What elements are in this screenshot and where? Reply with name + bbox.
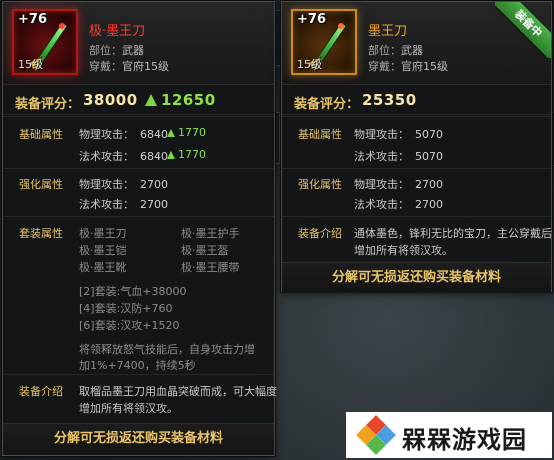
set-bonus: [4]套装:汉防+760 [79, 302, 173, 315]
score-row: 装备评分： 25350 [282, 88, 551, 115]
equipped-ribbon: 装备中 [495, 2, 551, 58]
phys-attack-label: 物理攻击： [79, 128, 134, 141]
item-name: 极·墨王刀 [89, 24, 146, 39]
item-tooltip-equipped: +76 15级 墨王刀 部位：武器 穿戴：官府15级 装备中 装备评分： 253… [281, 1, 552, 293]
enhance-phys-label: 物理攻击： [79, 178, 134, 191]
slot-key: 部位： [89, 44, 122, 57]
basic-attributes-label: 基础属性 [19, 128, 63, 141]
slot-key: 部位： [368, 44, 401, 57]
item-icon: +76 15级 [291, 9, 357, 75]
enhance-magic-value: 2700 [415, 198, 443, 211]
magic-attack-label: 法术攻击： [79, 150, 134, 163]
watermark: 槑槑游戏园 [346, 412, 552, 458]
set-piece: 极·墨王腰带 [181, 261, 240, 274]
magic-attack-line: 法术攻击： 5070 [354, 148, 443, 164]
equipped-badge: 装备中 [495, 2, 551, 58]
magic-bonus-value: 1770 [178, 148, 206, 161]
magic-attack-line: 法术攻击： 6840 [79, 148, 168, 164]
enhance-attributes: 强化属性 物理攻击： 2700 法术攻击： 2700 [3, 168, 274, 217]
set-piece: 极·墨王铠 [79, 244, 127, 257]
enhance-phys-value: 2700 [140, 178, 168, 191]
enhance-magic-value: 2700 [140, 198, 168, 211]
tooltip-header: +76 15级 墨王刀 部位：武器 穿戴：官府15级 装备中 [282, 2, 551, 85]
score-value: 25350 [362, 91, 417, 109]
score-label: 装备评分： [294, 97, 360, 112]
basic-attributes: 基础属性 物理攻击： 5070 法术攻击： 5070 [282, 116, 551, 169]
set-bonus: [6]套装:汉攻+1520 [79, 319, 180, 332]
set-piece: 极·墨王盔 [181, 244, 229, 257]
intro-text: 取榴品墨王刀用血晶突破而成，可大幅度 [79, 385, 277, 398]
set-piece: 极·墨王靴 [79, 261, 127, 274]
phys-attack-line: 物理攻击： 5070 [354, 126, 443, 142]
phys-attack-line: 物理攻击： 6840 [79, 126, 168, 142]
phys-attack-bonus: 1770 [167, 126, 206, 139]
basic-attributes-label: 基础属性 [298, 128, 342, 141]
wear-value: 官府15级 [122, 60, 169, 73]
set-effect: 将领释放怒气技能后，自身攻击力增 [79, 343, 255, 356]
slot-value: 武器 [401, 44, 423, 57]
magic-attack-bonus: 1770 [167, 148, 206, 161]
item-introduction-label: 装备介绍 [298, 227, 342, 240]
increase-arrow-icon [145, 94, 157, 106]
intro-text: 通体墨色，锋利无比的宝刀，主公穿戴后 [354, 227, 552, 240]
phys-attack-value: 6840 [140, 128, 168, 141]
score-row: 装备评分： 38000 12650 [3, 88, 274, 115]
item-level-badge: 15级 [297, 58, 322, 71]
increase-arrow-icon [167, 151, 175, 159]
enhance-attributes: 强化属性 物理攻击： 2700 法术攻击： 2700 [282, 168, 551, 217]
set-attributes: 套装属性 极·墨王刀 极·墨王护手 极·墨王铠 极·墨王盔 极·墨王靴 极·墨王… [3, 216, 274, 372]
item-slot: 部位：武器 [89, 42, 144, 58]
item-icon: +76 15级 [12, 9, 78, 75]
enhance-level-badge: +76 [297, 12, 326, 27]
slot-value: 武器 [122, 44, 144, 57]
basic-attributes: 基础属性 物理攻击： 6840 1770 法术攻击： 6840 1770 [3, 116, 274, 169]
phys-bonus-value: 1770 [178, 126, 206, 139]
enhance-level-badge: +76 [18, 12, 47, 27]
enhance-attributes-label: 强化属性 [298, 178, 342, 191]
enhance-attributes-label: 强化属性 [19, 178, 63, 191]
score-value: 38000 [83, 91, 138, 109]
item-introduction: 装备介绍 取榴品墨王刀用血晶突破而成，可大幅度 增加所有将领汉攻。 [3, 374, 277, 423]
enhance-phys-label: 物理攻击： [354, 178, 409, 191]
score-label: 装备评分： [15, 97, 81, 112]
enhance-magic-label: 法术攻击： [354, 198, 409, 211]
enhance-magic-line: 法术攻击： 2700 [79, 196, 168, 212]
item-slot: 部位：武器 [368, 42, 423, 58]
set-effect: 加1%+7400，持续5秒 [79, 359, 196, 372]
tooltip-header: +76 15级 极·墨王刀 部位：武器 穿戴：官府15级 [3, 2, 274, 85]
set-piece: 极·墨王刀 [79, 227, 127, 240]
phys-attack-label: 物理攻击： [354, 128, 409, 141]
enhance-phys-line: 物理攻击： 2700 [79, 176, 168, 192]
wear-value: 官府15级 [401, 60, 448, 73]
enhance-phys-line: 物理攻击： 2700 [354, 176, 443, 192]
item-tooltip-new: +76 15级 极·墨王刀 部位：武器 穿戴：官府15级 装备评分： 38000… [2, 1, 277, 456]
item-name: 墨王刀 [368, 24, 408, 39]
wear-key: 穿戴： [89, 60, 122, 73]
item-level-badge: 15级 [18, 58, 43, 71]
intro-text: 增加所有将领汉攻。 [354, 244, 453, 257]
item-requirement: 穿戴：官府15级 [89, 58, 169, 74]
phys-attack-value: 5070 [415, 128, 443, 141]
intro-text: 增加所有将领汉攻。 [79, 402, 178, 415]
set-attributes-label: 套装属性 [19, 227, 63, 240]
diamond-logo-icon [356, 415, 396, 455]
item-introduction-label: 装备介绍 [19, 385, 63, 398]
wear-key: 穿戴： [368, 60, 401, 73]
enhance-phys-value: 2700 [415, 178, 443, 191]
watermark-text: 槑槑游戏园 [402, 426, 527, 454]
decompose-button[interactable]: 分解可无损返还购买装备材料 [282, 262, 551, 293]
score-bonus: 12650 [161, 91, 216, 109]
increase-arrow-icon [167, 129, 175, 137]
enhance-magic-label: 法术攻击： [79, 198, 134, 211]
magic-attack-value: 5070 [415, 150, 443, 163]
set-piece: 极·墨王护手 [181, 227, 240, 240]
magic-attack-value: 6840 [140, 150, 168, 163]
item-requirement: 穿戴：官府15级 [368, 58, 448, 74]
magic-attack-label: 法术攻击： [354, 150, 409, 163]
decompose-button[interactable]: 分解可无损返还购买装备材料 [3, 423, 274, 454]
item-introduction: 装备介绍 通体墨色，锋利无比的宝刀，主公穿戴后 增加所有将领汉攻。 [282, 216, 552, 261]
enhance-magic-line: 法术攻击： 2700 [354, 196, 443, 212]
set-bonus: [2]套装:气血+38000 [79, 285, 187, 298]
